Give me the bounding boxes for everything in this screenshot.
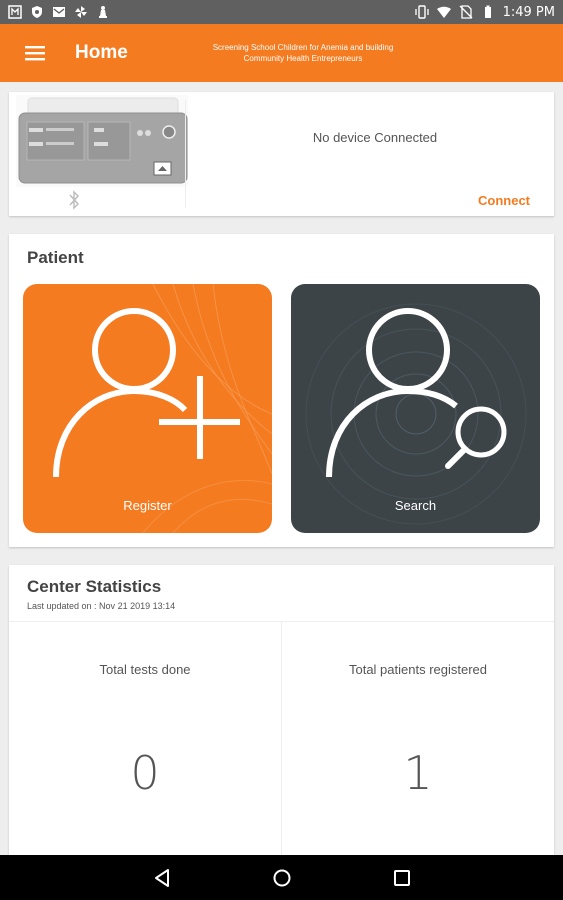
stat-value: 0 <box>130 746 160 800</box>
mail-icon <box>53 7 65 17</box>
hamburger-menu-icon <box>25 46 45 61</box>
add-user-icon <box>53 308 240 478</box>
search-user-icon <box>326 308 507 478</box>
register-patient-button[interactable]: Register <box>23 284 272 533</box>
navigation-bar <box>0 855 563 900</box>
stats-section-title: Center Statistics <box>27 577 162 596</box>
wifi-icon <box>436 6 451 18</box>
chess-icon <box>99 6 107 18</box>
app-bar: Home Screening School Children for Anemi… <box>0 24 563 82</box>
menu-button[interactable] <box>0 24 70 82</box>
search-label: Search <box>394 498 437 513</box>
last-updated-text: Last updated on : Nov 21 2019 13:14 <box>27 601 176 611</box>
status-bar: 1:49 PM <box>0 0 563 24</box>
patient-section-title: Patient <box>27 248 84 267</box>
status-time: 1:49 PM <box>502 4 555 20</box>
patient-card: Patient Register Search <box>9 234 554 547</box>
divider <box>185 100 186 208</box>
pinwheel-icon <box>75 6 87 18</box>
status-right-icons: 1:49 PM <box>414 4 555 20</box>
battery-icon <box>484 5 491 18</box>
stat-label: Total patients registered <box>348 662 488 677</box>
device-status-text: No device Connected <box>312 130 438 145</box>
bluetooth-icon <box>69 190 80 210</box>
media-icon <box>8 5 22 19</box>
home-icon[interactable] <box>271 867 293 889</box>
vibrate-icon <box>414 5 429 19</box>
stat-total-patients: Total patients registered 1 <box>282 622 554 865</box>
status-left-icons <box>8 5 110 19</box>
page-title: Home <box>75 42 128 63</box>
stat-total-tests: Total tests done 0 <box>9 622 281 865</box>
back-icon[interactable] <box>152 867 174 889</box>
search-patient-button[interactable]: Search <box>291 284 540 533</box>
device-card: No device Connected Connect <box>9 92 554 216</box>
no-sim-icon <box>459 5 473 19</box>
center-statistics-card: Center Statistics Last updated on : Nov … <box>9 565 554 865</box>
stat-value: 1 <box>403 746 433 800</box>
shield-icon <box>32 6 42 18</box>
connect-button[interactable]: Connect <box>478 193 530 208</box>
app-tagline: Screening School Children for Anemia and… <box>212 43 394 63</box>
device-image <box>16 95 188 187</box>
recent-apps-icon[interactable] <box>391 867 413 889</box>
stat-label: Total tests done <box>99 662 191 677</box>
register-label: Register <box>123 498 172 513</box>
